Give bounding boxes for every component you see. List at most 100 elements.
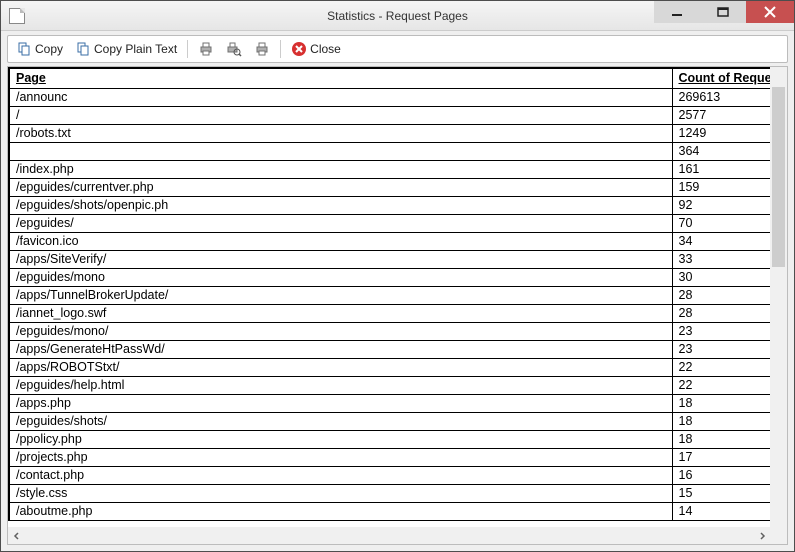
table-row[interactable]: /aboutme.php14 [9, 502, 770, 520]
table-row[interactable]: /projects.php17 [9, 448, 770, 466]
copy-button[interactable]: Copy [12, 38, 67, 60]
cell-count: 364 [672, 142, 770, 160]
cell-count: 269613 [672, 88, 770, 106]
minimize-button[interactable] [654, 1, 700, 23]
cell-count: 22 [672, 376, 770, 394]
column-header-count[interactable]: Count of Reques [672, 68, 770, 88]
table-row[interactable]: /epguides/shots/openpic.ph92 [9, 196, 770, 214]
cell-count: 2577 [672, 106, 770, 124]
cell-page: /index.php [9, 160, 672, 178]
copy-icon [16, 41, 32, 57]
cell-count: 18 [672, 430, 770, 448]
cell-page: /ppolicy.php [9, 430, 672, 448]
maximize-icon [716, 5, 730, 19]
column-header-page[interactable]: Page [9, 68, 672, 88]
cell-page: /apps/GenerateHtPassWd/ [9, 340, 672, 358]
request-pages-table: Page Count of Reques /announc269613/2577… [8, 67, 770, 521]
copy-plain-icon [75, 41, 91, 57]
cell-count: 16 [672, 466, 770, 484]
cell-page: /contact.php [9, 466, 672, 484]
cell-page: /iannet_logo.swf [9, 304, 672, 322]
table-row[interactable]: /epguides/mono30 [9, 268, 770, 286]
close-icon [764, 6, 776, 18]
cell-count: 18 [672, 412, 770, 430]
table-row[interactable]: /ppolicy.php18 [9, 430, 770, 448]
scroll-right-arrow[interactable] [753, 527, 770, 544]
cell-count: 23 [672, 322, 770, 340]
cell-page [9, 142, 672, 160]
copy-plain-label: Copy Plain Text [94, 42, 177, 56]
table-row[interactable]: /apps/ROBOTStxt/22 [9, 358, 770, 376]
cell-count: 15 [672, 484, 770, 502]
cell-count: 22 [672, 358, 770, 376]
table-row[interactable]: /apps/GenerateHtPassWd/23 [9, 340, 770, 358]
grid-scroll-region: Page Count of Reques /announc269613/2577… [8, 67, 787, 544]
cell-page: /favicon.ico [9, 232, 672, 250]
cell-count: 23 [672, 340, 770, 358]
cell-count: 161 [672, 160, 770, 178]
copy-plain-text-button[interactable]: Copy Plain Text [71, 38, 181, 60]
table-row[interactable]: /index.php161 [9, 160, 770, 178]
printer-icon [254, 41, 270, 57]
scroll-left-arrow[interactable] [8, 527, 25, 544]
horizontal-scrollbar[interactable] [8, 527, 770, 544]
table-row[interactable]: 364 [9, 142, 770, 160]
table-row[interactable]: /iannet_logo.swf28 [9, 304, 770, 322]
cell-count: 34 [672, 232, 770, 250]
cell-count: 70 [672, 214, 770, 232]
cell-count: 14 [672, 502, 770, 520]
print-preview-icon [226, 41, 242, 57]
cell-count: 33 [672, 250, 770, 268]
close-button[interactable]: Close [287, 38, 345, 60]
table-row[interactable]: /2577 [9, 106, 770, 124]
vertical-scrollbar[interactable] [770, 67, 787, 527]
cell-page: /epguides/help.html [9, 376, 672, 394]
toolbar-separator [280, 40, 281, 58]
window-controls [654, 1, 794, 23]
content-area: Page Count of Reques /announc269613/2577… [7, 66, 788, 545]
cell-page: /apps.php [9, 394, 672, 412]
cell-count: 159 [672, 178, 770, 196]
print-preview-button[interactable] [222, 38, 246, 60]
print-button-2[interactable] [250, 38, 274, 60]
table-row[interactable]: /epguides/shots/18 [9, 412, 770, 430]
cell-page: /epguides/currentver.php [9, 178, 672, 196]
table-row[interactable]: /epguides/help.html22 [9, 376, 770, 394]
table-header-row: Page Count of Reques [9, 68, 770, 88]
table-row[interactable]: /apps.php18 [9, 394, 770, 412]
cell-page: / [9, 106, 672, 124]
cell-count: 17 [672, 448, 770, 466]
close-circle-icon [291, 41, 307, 57]
table-row[interactable]: /favicon.ico34 [9, 232, 770, 250]
cell-count: 28 [672, 304, 770, 322]
document-icon [9, 8, 25, 24]
table-row[interactable]: /epguides/mono/23 [9, 322, 770, 340]
table-row[interactable]: /contact.php16 [9, 466, 770, 484]
scrollbar-corner [770, 527, 787, 544]
cell-count: 92 [672, 196, 770, 214]
table-row[interactable]: /style.css15 [9, 484, 770, 502]
toolbar: Copy Copy Plain Text [7, 35, 788, 63]
scrollbar-thumb[interactable] [772, 87, 785, 267]
copy-label: Copy [35, 42, 63, 56]
table-row[interactable]: /announc269613 [9, 88, 770, 106]
cell-page: /apps/ROBOTStxt/ [9, 358, 672, 376]
print-button-1[interactable] [194, 38, 218, 60]
cell-page: /announc [9, 88, 672, 106]
cell-page: /robots.txt [9, 124, 672, 142]
table-row[interactable]: /epguides/70 [9, 214, 770, 232]
grid-viewport: Page Count of Reques /announc269613/2577… [8, 67, 770, 527]
table-row[interactable]: /robots.txt1249 [9, 124, 770, 142]
table-row[interactable]: /apps/SiteVerify/33 [9, 250, 770, 268]
table-row[interactable]: /apps/TunnelBrokerUpdate/28 [9, 286, 770, 304]
cell-page: /epguides/ [9, 214, 672, 232]
title-bar[interactable]: Statistics - Request Pages [1, 1, 794, 31]
table-row[interactable]: /epguides/currentver.php159 [9, 178, 770, 196]
minimize-icon [670, 5, 684, 19]
cell-page: /epguides/mono [9, 268, 672, 286]
close-label: Close [310, 42, 341, 56]
cell-page: /aboutme.php [9, 502, 672, 520]
window-close-button[interactable] [746, 1, 794, 23]
maximize-button[interactable] [700, 1, 746, 23]
toolbar-separator [187, 40, 188, 58]
